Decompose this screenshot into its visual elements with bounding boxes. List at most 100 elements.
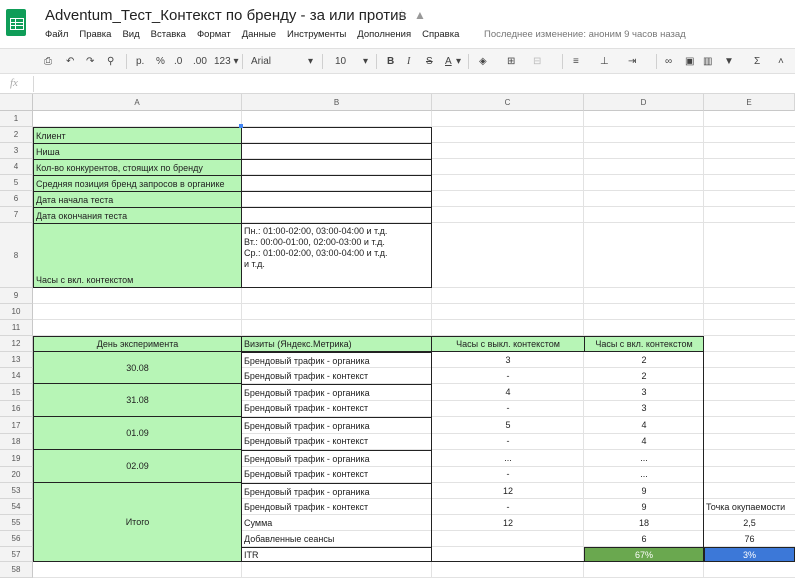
header-visits[interactable]: Визиты (Яндекс.Метрика): [241, 336, 432, 352]
font-family-select[interactable]: Arial: [251, 54, 271, 69]
row-header-4[interactable]: 4: [0, 159, 33, 175]
move-to-folder-icon[interactable]: ▲: [414, 8, 426, 22]
row-header-6[interactable]: 6: [0, 191, 33, 207]
italic-button[interactable]: I: [407, 54, 410, 69]
menu-format[interactable]: Формат: [197, 29, 231, 41]
table-row-label[interactable]: Брендовый трафик - органика: [242, 417, 431, 433]
table-row-label[interactable]: Брендовый трафик - контекст: [242, 499, 431, 515]
cell-a2[interactable]: Клиент: [33, 127, 242, 144]
row-header-11[interactable]: 11: [0, 320, 33, 336]
decrease-decimal-button[interactable]: .0: [174, 54, 182, 69]
cell-a7[interactable]: Дата окончания теста: [33, 207, 242, 224]
table-cell[interactable]: 9: [584, 483, 704, 499]
row-header-10[interactable]: 10: [0, 304, 33, 320]
menu-edit[interactable]: Правка: [79, 29, 111, 41]
row-header-20[interactable]: 20: [0, 467, 33, 483]
table-cell[interactable]: ...: [432, 450, 584, 466]
day-cell[interactable]: 02.09: [33, 449, 242, 483]
print-icon[interactable]: ⎙: [44, 54, 52, 69]
menu-file[interactable]: Файл: [45, 29, 68, 41]
table-row-label[interactable]: Брендовый трафик - контекст: [242, 466, 431, 482]
table-row-label[interactable]: Брендовый трафик - органика: [242, 483, 431, 499]
column-header-a[interactable]: A: [33, 94, 242, 111]
text-color-dropdown-icon[interactable]: ▾: [456, 54, 461, 69]
row-header-9[interactable]: 9: [0, 288, 33, 304]
currency-format-button[interactable]: р.: [136, 54, 144, 69]
more-formats-button[interactable]: 123 ▾: [214, 54, 238, 69]
table-cell[interactable]: 5: [432, 417, 584, 433]
menu-data[interactable]: Данные: [242, 29, 276, 41]
row-header-57[interactable]: 57: [0, 547, 33, 562]
table-cell[interactable]: -: [432, 400, 584, 416]
table-row-label[interactable]: Брендовый трафик - контекст: [242, 433, 431, 449]
menu-view[interactable]: Вид: [122, 29, 139, 41]
table-cell[interactable]: 4: [584, 433, 704, 449]
increase-decimal-button[interactable]: .00: [193, 54, 207, 69]
row-header-55[interactable]: 55: [0, 515, 33, 531]
row-header-19[interactable]: 19: [0, 450, 33, 467]
row-header-56[interactable]: 56: [0, 531, 33, 547]
table-cell[interactable]: ...: [584, 450, 704, 466]
total-cell[interactable]: Итого: [33, 482, 242, 562]
row-header-17[interactable]: 17: [0, 417, 33, 434]
last-edit-status[interactable]: Последнее изменение: аноним 9 часов наза…: [484, 29, 686, 40]
table-cell[interactable]: ...: [584, 466, 704, 482]
cell-a8[interactable]: Часы с вкл. контекстом: [33, 223, 242, 288]
bold-button[interactable]: B: [387, 54, 394, 69]
cell-b6[interactable]: [241, 191, 432, 208]
row-header-3[interactable]: 3: [0, 143, 33, 159]
row-header-53[interactable]: 53: [0, 483, 33, 499]
row-header-7[interactable]: 7: [0, 207, 33, 223]
paint-format-icon[interactable]: ⚲: [107, 54, 114, 69]
table-row-label[interactable]: Брендовый трафик - органика: [242, 450, 431, 466]
font-dropdown-icon[interactable]: ▾: [308, 54, 313, 69]
formula-input[interactable]: [38, 77, 738, 91]
font-size-dropdown-icon[interactable]: ▾: [363, 54, 368, 69]
table-row-label[interactable]: Брендовый трафик - контекст: [242, 368, 431, 384]
row-header-13[interactable]: 13: [0, 352, 33, 368]
text-color-button[interactable]: A: [445, 54, 452, 69]
fill-color-icon[interactable]: ◈: [479, 54, 487, 69]
select-all-corner[interactable]: [0, 94, 33, 111]
table-row-label[interactable]: ITR: [242, 547, 431, 562]
cell-b7[interactable]: [241, 207, 432, 224]
table-cell[interactable]: 18: [584, 515, 704, 531]
table-row-label[interactable]: Брендовый трафик - органика: [242, 384, 431, 400]
day-cell[interactable]: 31.08: [33, 383, 242, 417]
table-cell[interactable]: 2: [584, 368, 704, 384]
row-header-58[interactable]: 58: [0, 562, 33, 578]
table-cell[interactable]: 4: [432, 384, 584, 400]
menu-tools[interactable]: Инструменты: [287, 29, 346, 41]
star-icon[interactable]: ☆: [396, 7, 408, 23]
menu-insert[interactable]: Вставка: [151, 29, 186, 41]
insert-comment-icon[interactable]: ▣: [685, 54, 694, 69]
cell-b8[interactable]: Пн.: 01:00-02:00, 03:00-04:00 и т.д. Вт.…: [241, 223, 432, 288]
table-cell[interactable]: -: [432, 368, 584, 384]
column-header-c[interactable]: C: [432, 94, 584, 111]
insert-link-icon[interactable]: ∞: [665, 54, 672, 69]
table-cell[interactable]: 76: [704, 531, 795, 547]
breakeven-label[interactable]: Точка окупаемости: [704, 499, 795, 515]
row-header-18[interactable]: 18: [0, 434, 33, 450]
cell-a5[interactable]: Средняя позиция бренд запросов в органик…: [33, 175, 242, 192]
row-header-14[interactable]: 14: [0, 368, 33, 384]
header-day[interactable]: День эксперимента: [33, 336, 242, 352]
row-header-1[interactable]: 1: [0, 111, 33, 127]
column-header-e[interactable]: E: [704, 94, 795, 111]
undo-icon[interactable]: ↶: [66, 54, 74, 69]
table-cell[interactable]: 3: [584, 400, 704, 416]
text-wrap-icon[interactable]: ⇥: [628, 54, 636, 69]
cell-b4[interactable]: [241, 159, 432, 176]
horizontal-align-icon[interactable]: ≡: [573, 54, 579, 69]
day-cell[interactable]: 30.08: [33, 351, 242, 384]
sheets-logo-icon[interactable]: [6, 9, 26, 36]
table-cell[interactable]: 6: [584, 531, 704, 547]
table-row-label[interactable]: Брендовый трафик - органика: [242, 352, 431, 368]
table-cell[interactable]: -: [432, 499, 584, 515]
cell-a3[interactable]: Ниша: [33, 143, 242, 160]
row-header-54[interactable]: 54: [0, 499, 33, 515]
table-cell[interactable]: -: [432, 433, 584, 449]
spreadsheet-grid[interactable]: A B C D E 1 2 3 4 5 6 7 8 9 10 11 12 13 14 15 16 17 18 19 2…: [0, 94, 795, 578]
merge-cells-icon[interactable]: ⊟: [533, 54, 541, 69]
table-cell[interactable]: 4: [584, 417, 704, 433]
